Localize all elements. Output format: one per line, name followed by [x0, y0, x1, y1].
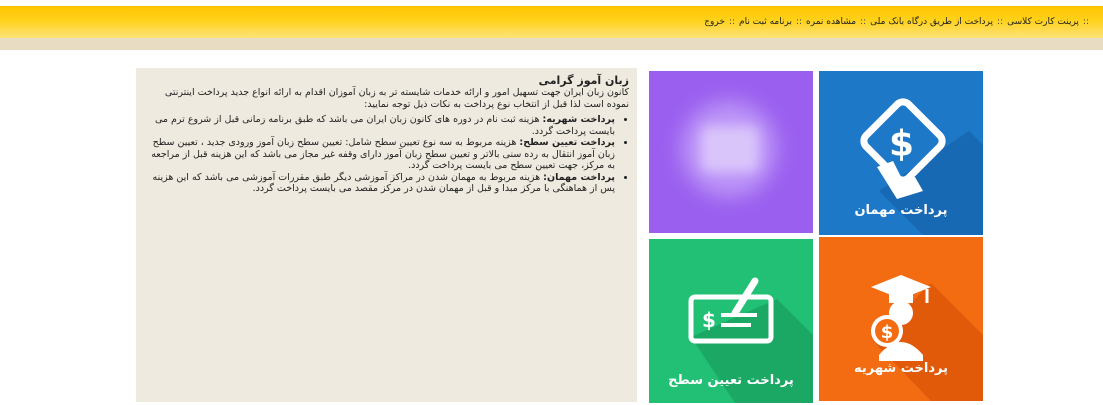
menu-item-print-class-card[interactable]: پرینت کارت کلاسی — [1007, 17, 1079, 27]
menu-item-bank-payment[interactable]: پرداخت از طریق درگاه بانک ملی — [870, 17, 993, 27]
menu-separator: :: — [860, 17, 867, 27]
guest-payment-tile[interactable]: $ پرداخت مهمان — [819, 71, 983, 235]
svg-text:$: $ — [881, 322, 894, 343]
info-panel: زبان آموز گرامی کانون زبان ایران جهت تسه… — [136, 68, 637, 402]
sub-bar — [0, 38, 1103, 50]
blurred-tile[interactable] — [649, 71, 813, 233]
blurred-icon-inner — [701, 126, 759, 172]
menu-separator: :: — [728, 17, 735, 27]
svg-text:$: $ — [702, 308, 716, 332]
tuition-payment-label: پرداخت شهریه — [854, 361, 948, 376]
tuition-payment-tile[interactable]: $ پرداخت شهریه — [819, 237, 983, 401]
payment-types-list: پرداخت شهریه: هزینه ثبت نام در دوره های … — [146, 114, 629, 195]
svg-text:$: $ — [889, 123, 914, 164]
menu-separator: :: — [795, 17, 803, 27]
placement-payment-label: پرداخت تعیین سطح — [668, 373, 794, 388]
guest-payment-label: پرداخت مهمان — [854, 203, 948, 218]
list-item-term: پرداخت شهریه: — [542, 114, 615, 125]
list-item: پرداخت تعیین سطح: هزینه مربوط به سه نوع … — [146, 137, 615, 172]
menu-separator: :: — [997, 17, 1004, 27]
graduate-dollar-icon: $ — [871, 275, 983, 401]
intro-text: کانون زبان ایران جهت تسهیل امور و ارائه … — [164, 87, 629, 110]
placement-payment-tile[interactable]: $ پرداخت تعیین سطح — [649, 239, 813, 403]
top-menu: :: پرینت کارت کلاسی :: پرداخت از طریق در… — [704, 17, 1093, 27]
list-item: پرداخت شهریه: هزینه ثبت نام در دوره های … — [146, 114, 615, 137]
menu-separator: :: — [1082, 17, 1089, 27]
list-item: پرداخت مهمان: هزینه مربوط به مهمان شدن د… — [146, 172, 615, 195]
list-item-term: پرداخت تعیین سطح: — [519, 137, 615, 148]
menu-item-view-grades[interactable]: مشاهده نمره — [806, 17, 856, 27]
menu-item-logout[interactable]: خروج — [704, 17, 725, 27]
menu-item-registration-schedule[interactable]: برنامه ثبت نام — [739, 17, 792, 27]
list-item-term: پرداخت مهمان: — [543, 171, 615, 183]
intro-title: زبان آموز گرامی — [538, 74, 629, 87]
top-menu-bar: :: پرینت کارت کلاسی :: پرداخت از طریق در… — [0, 6, 1103, 39]
